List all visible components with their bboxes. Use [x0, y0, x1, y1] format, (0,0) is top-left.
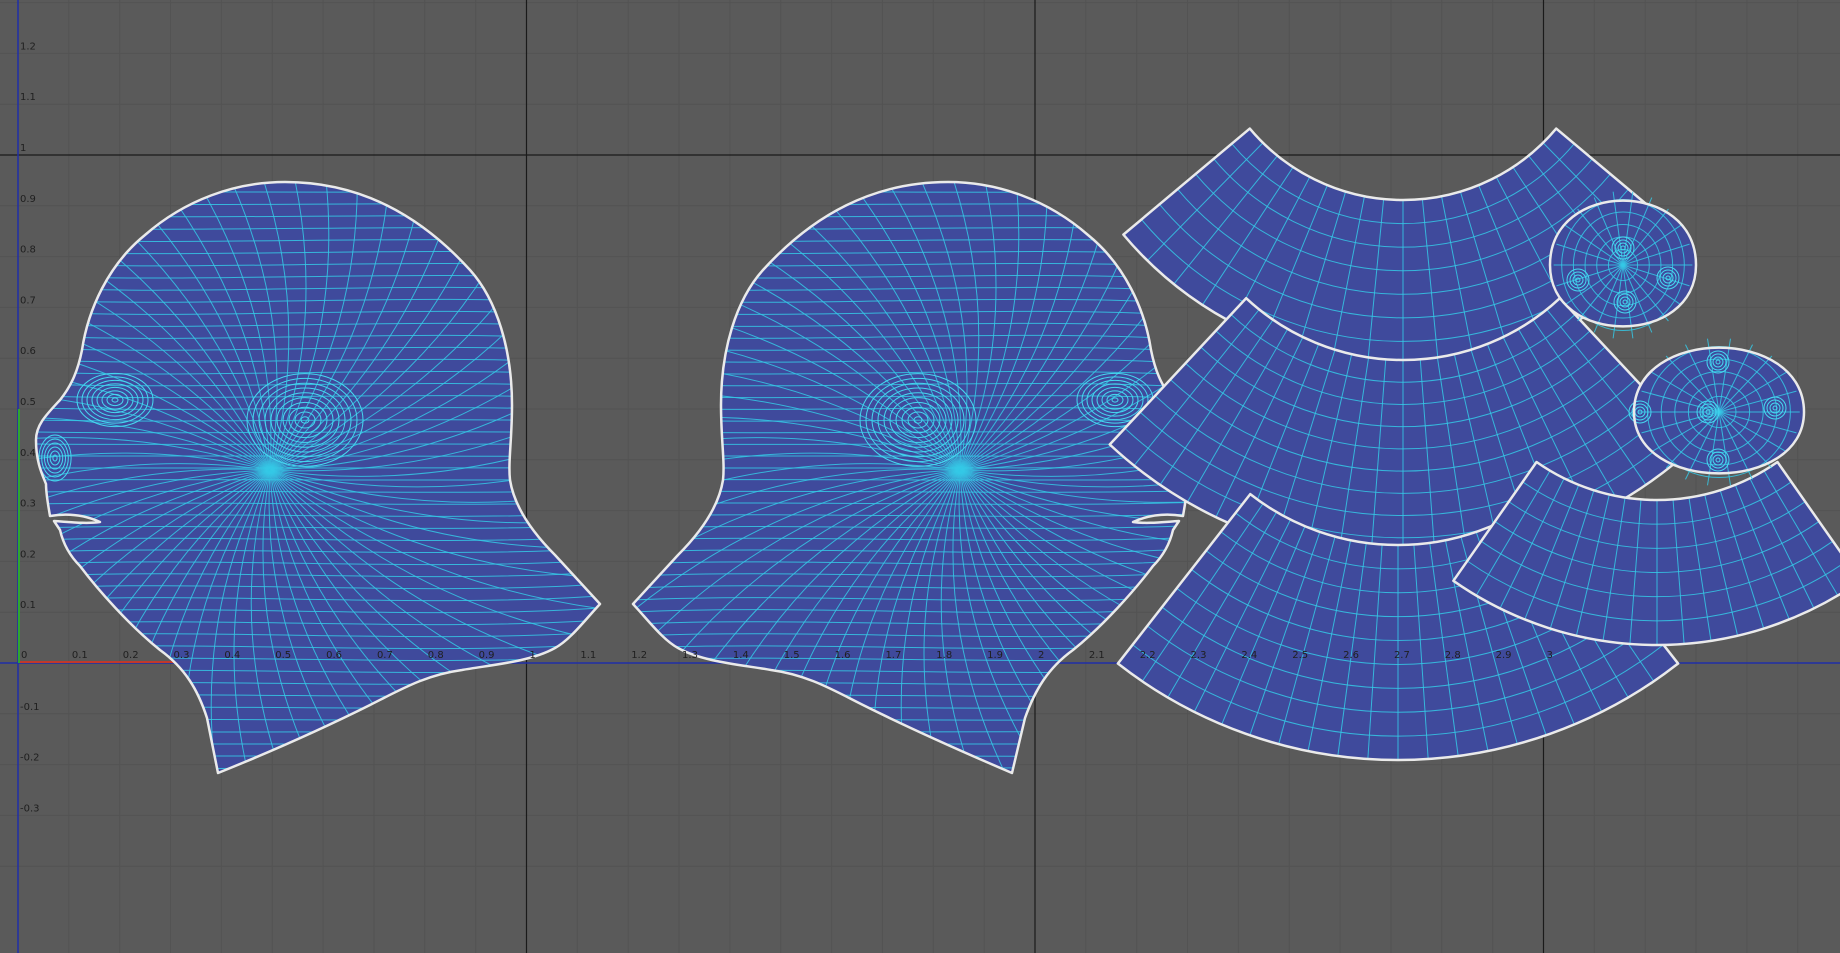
- u-tick-label: 0.1: [72, 650, 88, 661]
- u-tick-label: 2.5: [1292, 650, 1308, 661]
- u-tick-label: 3: [1547, 650, 1553, 661]
- v-tick-label: 0.4: [20, 448, 36, 459]
- v-tick-label: 0.7: [20, 295, 36, 306]
- u-tick-label: 2.1: [1089, 650, 1105, 661]
- u-tick-label: 1: [530, 650, 536, 661]
- v-tick-label: 0.2: [20, 549, 36, 560]
- u-tick-label: 1.8: [936, 650, 952, 661]
- v-tick-label: 1.1: [20, 92, 36, 103]
- v-tick-label: 0.6: [20, 346, 36, 357]
- uv-shells: [34, 127, 1840, 775]
- u-tick-label: 2.8: [1445, 650, 1461, 661]
- u-tick-label: 0.8: [428, 650, 444, 661]
- u-tick-label: 1.4: [733, 650, 749, 661]
- u-tick-label: 2: [1038, 650, 1044, 661]
- u-tick-label: 2.2: [1140, 650, 1156, 661]
- v-tick-label: 0.9: [20, 194, 36, 205]
- u-tick-label: 0.5: [275, 650, 291, 661]
- uv-viewport[interactable]: 0 0.1 0.2 0.3 0.4 0.5 0.6 0.7 0.8 0.9 1 1.1 1.2 1.3 1.…: [0, 0, 1840, 953]
- u-tick-label: 1.7: [885, 650, 901, 661]
- u-tick-label: 0.3: [174, 650, 190, 661]
- head-left-side-shell-fill: [36, 182, 600, 773]
- u-tick-label: 1.5: [784, 650, 800, 661]
- u-tick-label: 1.9: [987, 650, 1003, 661]
- u-tick-label: 2.6: [1343, 650, 1359, 661]
- u-tick-label: 2.7: [1394, 650, 1410, 661]
- u-tick-label: 1.1: [580, 650, 596, 661]
- v-tick-labels: 1.2 1.1 1 0.9 0.8 0.7 0.6 0.5 0.4 0.3 0.2 0.1 -0.1 -0…: [20, 41, 40, 814]
- u-tick-label: 2.4: [1241, 650, 1257, 661]
- v-tick-label: -0.1: [20, 702, 40, 713]
- u-tick-label: 2.3: [1191, 650, 1207, 661]
- v-tick-label: 1: [20, 143, 26, 154]
- u-tick-label: 1.3: [682, 650, 698, 661]
- u-tick-label: 0.9: [479, 650, 495, 661]
- u-tick-label: 1.6: [835, 650, 851, 661]
- v-tick-label: 1.2: [20, 41, 36, 52]
- v-tick-label: 0.5: [20, 397, 36, 408]
- u-tick-label: 2.9: [1496, 650, 1512, 661]
- v-tick-label: 0.8: [20, 245, 36, 256]
- u-tick-label: 0.2: [123, 650, 139, 661]
- v-tick-label: 0.3: [20, 499, 36, 510]
- v-tick-label: -0.3: [20, 803, 40, 814]
- u-tick-label: 0.6: [326, 650, 342, 661]
- u-tick-label: 1.2: [631, 650, 647, 661]
- u-tick-label: 0.7: [377, 650, 393, 661]
- u-tick-label: 0: [21, 650, 27, 661]
- v-tick-label: 0.1: [20, 600, 36, 611]
- v-tick-label: -0.2: [20, 753, 40, 764]
- u-tick-label: 0.4: [224, 650, 240, 661]
